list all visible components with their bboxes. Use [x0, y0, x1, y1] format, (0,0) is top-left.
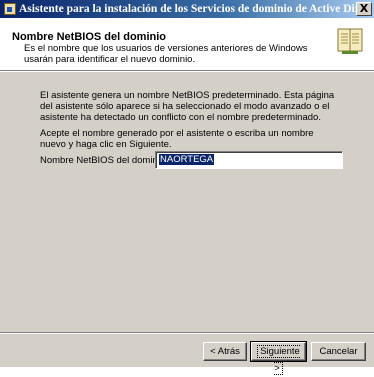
book-icon — [337, 28, 363, 54]
page-description: Es el nombre que los usuarios de version… — [24, 43, 308, 65]
title-bar[interactable]: Asistente para la instalación de los Ser… — [0, 0, 374, 18]
cancel-button[interactable]: Cancelar — [311, 342, 366, 361]
wizard-content: El asistente genera un nombre NetBIOS pr… — [0, 72, 374, 332]
next-button[interactable]: Siguiente > — [250, 341, 307, 375]
window-title: Asistente para la instalación de los Ser… — [19, 3, 356, 15]
netbios-value: NAORTEGA — [159, 154, 215, 165]
app-icon — [4, 3, 16, 15]
close-button[interactable]: X — [356, 2, 372, 16]
footer-divider-highlight — [0, 333, 374, 334]
netbios-label: Nombre NetBIOS del dominio: — [40, 155, 168, 166]
page-title: Nombre NetBIOS del dominio — [12, 31, 167, 43]
info-paragraph: El asistente genera un nombre NetBIOS pr… — [40, 90, 335, 123]
next-button-label: Siguiente > — [257, 345, 300, 375]
netbios-input[interactable]: NAORTEGA — [155, 151, 343, 169]
back-button[interactable]: < Atrás — [203, 342, 247, 361]
wizard-window: Asistente para la instalación de los Ser… — [0, 0, 374, 375]
wizard-header: Nombre NetBIOS del dominio Es el nombre … — [0, 18, 374, 71]
instruction-paragraph: Acepte el nombre generado por el asisten… — [40, 128, 314, 150]
